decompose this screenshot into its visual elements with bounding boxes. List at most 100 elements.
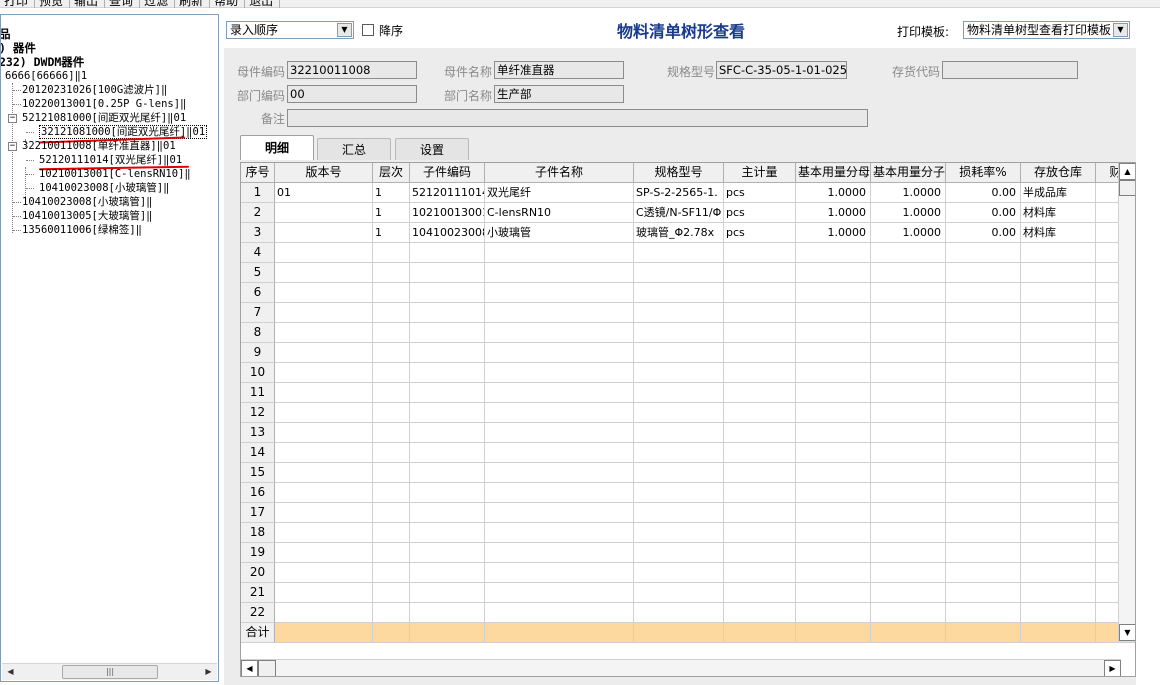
row-number[interactable]: 4 [241, 243, 275, 263]
grid-cell[interactable] [724, 243, 796, 263]
grid-cell[interactable] [373, 543, 410, 563]
grid-cell[interactable] [410, 283, 485, 303]
grid-cell[interactable]: 1.0000 [871, 223, 946, 243]
grid-cell[interactable]: 0.00 [946, 203, 1021, 223]
row-number[interactable]: 18 [241, 523, 275, 543]
grid-cell[interactable] [946, 263, 1021, 283]
grid-cell[interactable] [1021, 463, 1096, 483]
tree-node[interactable]: 10210013001[C-lensRN10]‖ [39, 168, 191, 181]
total-cell[interactable] [373, 623, 410, 643]
grid-cell[interactable] [410, 243, 485, 263]
total-cell[interactable] [946, 623, 1021, 643]
grid-cell[interactable] [1021, 523, 1096, 543]
column-header-col-loss-rate[interactable]: 损耗率% [946, 163, 1021, 183]
grid-cell[interactable] [485, 463, 634, 483]
grid-cell[interactable] [724, 383, 796, 403]
grid-cell[interactable] [946, 323, 1021, 343]
grid-cell[interactable] [724, 523, 796, 543]
grid-cell[interactable] [634, 283, 724, 303]
grid-cell[interactable] [373, 443, 410, 463]
grid-cell[interactable] [724, 283, 796, 303]
grid-cell[interactable] [634, 463, 724, 483]
grid-cell[interactable] [946, 483, 1021, 503]
tree-horizontal-scrollbar[interactable]: ◀ ||| ▶ [2, 663, 217, 680]
grid-cell[interactable] [410, 503, 485, 523]
total-cell[interactable] [410, 623, 485, 643]
grid-cell[interactable] [373, 263, 410, 283]
grid-cell[interactable] [275, 243, 373, 263]
grid-cell[interactable]: 双光尾纤 [485, 183, 634, 203]
grid-cell[interactable] [485, 483, 634, 503]
grid-cell[interactable]: pcs [724, 223, 796, 243]
scroll-left-icon[interactable]: ◀ [2, 664, 19, 680]
grid-cell[interactable] [724, 423, 796, 443]
grid-cell[interactable] [871, 483, 946, 503]
grid-cell[interactable] [373, 603, 410, 623]
grid-cell[interactable] [946, 443, 1021, 463]
row-number[interactable]: 20 [241, 563, 275, 583]
grid-cell[interactable] [410, 543, 485, 563]
parent-code-field[interactable]: 32210011008 [287, 61, 417, 79]
row-number[interactable]: 14 [241, 443, 275, 463]
grid-cell[interactable] [634, 243, 724, 263]
grid-cell[interactable] [410, 383, 485, 403]
grid-cell[interactable]: 52120111014 [410, 183, 485, 203]
grid-cell[interactable] [796, 603, 871, 623]
grid-cell[interactable] [275, 263, 373, 283]
menu-help[interactable]: 帮助 [210, 0, 246, 8]
grid-cell[interactable] [634, 543, 724, 563]
row-number[interactable]: 13 [241, 423, 275, 443]
grid-cell[interactable] [275, 203, 373, 223]
menu-preview[interactable]: 预览 [35, 0, 71, 8]
grid-cell[interactable] [946, 543, 1021, 563]
total-cell[interactable] [634, 623, 724, 643]
parent-name-field[interactable]: 单纤准直器 [494, 61, 624, 79]
row-number[interactable]: 1 [241, 183, 275, 203]
grid-cell[interactable] [871, 343, 946, 363]
grid-cell[interactable] [485, 403, 634, 423]
grid-cell[interactable] [1021, 303, 1096, 323]
grid-cell[interactable] [724, 303, 796, 323]
grid-cell[interactable] [275, 323, 373, 343]
grid-vertical-scrollbar[interactable]: ▲ ▼ [1118, 163, 1135, 641]
grid-cell[interactable] [634, 343, 724, 363]
grid-cell[interactable]: pcs [724, 203, 796, 223]
grid-cell[interactable] [410, 523, 485, 543]
grid-cell[interactable] [634, 443, 724, 463]
grid-cell[interactable] [1021, 243, 1096, 263]
bom-detail-grid[interactable]: 序号 版本号 层次 子件编码 子件名称 规格型号 主计量 基本用量分母 基本用量分子 损耗率% 存放… [240, 162, 1136, 677]
grid-cell[interactable] [1021, 543, 1096, 563]
grid-cell[interactable] [946, 463, 1021, 483]
dept-code-field[interactable]: 00 [287, 85, 417, 103]
grid-cell[interactable] [1021, 563, 1096, 583]
grid-cell[interactable] [946, 343, 1021, 363]
total-cell[interactable] [485, 623, 634, 643]
order-select[interactable]: 录入顺序 ▼ [226, 21, 354, 39]
remark-field[interactable] [287, 109, 868, 127]
grid-cell[interactable] [485, 603, 634, 623]
grid-cell[interactable] [634, 483, 724, 503]
grid-cell[interactable] [275, 403, 373, 423]
tree-node[interactable]: 10220013001[0.25P G-lens]‖ [22, 98, 186, 111]
grid-cell[interactable] [724, 363, 796, 383]
grid-cell[interactable] [871, 263, 946, 283]
grid-cell[interactable] [1021, 363, 1096, 383]
grid-cell[interactable]: 1.0000 [796, 223, 871, 243]
grid-cell[interactable] [796, 323, 871, 343]
scroll-thumb[interactable] [1119, 180, 1135, 196]
grid-cell[interactable]: 1 [373, 203, 410, 223]
row-number[interactable]: 9 [241, 343, 275, 363]
grid-cell[interactable]: 小玻璃管 [485, 223, 634, 243]
grid-cell[interactable] [373, 463, 410, 483]
grid-cell[interactable]: 材料库 [1021, 203, 1096, 223]
grid-cell[interactable] [1021, 283, 1096, 303]
grid-cell[interactable] [871, 443, 946, 463]
grid-cell[interactable] [796, 503, 871, 523]
grid-cell[interactable] [796, 423, 871, 443]
tree-node[interactable]: 10410023008[小玻璃管]‖ [22, 196, 153, 209]
tab-detail[interactable]: 明细 [240, 135, 314, 160]
grid-cell[interactable] [871, 503, 946, 523]
grid-cell[interactable] [485, 363, 634, 383]
grid-cell[interactable] [373, 323, 410, 343]
column-header-col-child-code[interactable]: 子件编码 [410, 163, 485, 183]
